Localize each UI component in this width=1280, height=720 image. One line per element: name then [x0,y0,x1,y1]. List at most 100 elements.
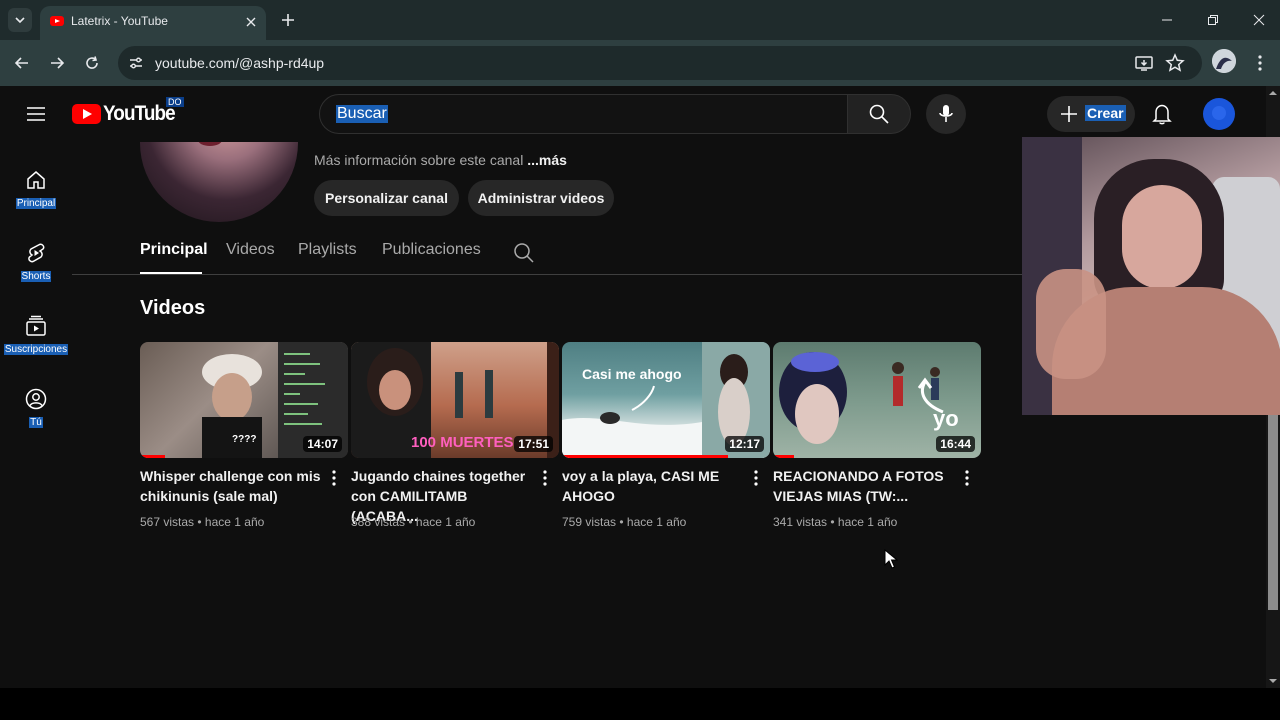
country-code: DO [166,97,184,107]
video-card[interactable]: ???? 14:07 Whisper challenge con mis chi… [140,342,348,542]
video-menu-button[interactable] [746,466,766,490]
restore-button[interactable] [1190,0,1236,40]
video-menu-button[interactable] [957,466,977,490]
customize-channel-button[interactable]: Personalizar canal [314,180,459,216]
more-vert-icon [543,470,547,486]
video-card[interactable]: Casi me ahogo 12:17 voy a la playa, CASI… [562,342,770,542]
reload-button[interactable] [78,49,106,77]
guide-item-label: Suscripciones [3,344,69,355]
minimize-button[interactable] [1144,0,1190,40]
url-text[interactable]: youtube.com/@ashp-rd4up [155,55,324,71]
site-settings-icon[interactable] [126,53,146,73]
minimize-icon [1162,19,1172,21]
manage-videos-button[interactable]: Administrar videos [468,180,614,216]
voice-search-button[interactable] [926,94,966,134]
video-duration: 17:51 [514,436,553,452]
thumbnail-text: 100 MUERTES [411,434,514,451]
video-duration: 12:17 [725,436,764,452]
browser-profile-avatar[interactable] [1212,49,1236,73]
video-metadata: 567 vistas • hace 1 año [140,515,265,529]
address-bar[interactable]: youtube.com/@ashp-rd4up [118,46,1202,80]
video-card[interactable]: yo 16:44 REACIONANDO A FOTOS VIEJAS MIAS… [773,342,981,542]
back-button[interactable] [8,49,36,77]
restore-icon [1208,15,1218,25]
avatar-photo-detail [198,142,222,146]
chevron-down-icon [15,17,25,24]
youtube-favicon-icon [50,16,64,26]
search-icon [514,243,534,263]
tab-close-button[interactable] [242,13,260,31]
guide-item-tu[interactable]: Tú [0,369,72,443]
forward-button[interactable] [43,49,71,77]
home-icon [24,168,48,192]
thumbnail-text: Casi me ahogo [582,366,682,382]
mini-guide-sidebar: Principal Shorts Suscripciones Tú [0,142,72,688]
more-vert-icon [332,470,336,486]
channel-search-button[interactable] [513,242,535,264]
video-metadata: 341 vistas • hace 1 año [773,515,898,529]
close-icon [1253,14,1265,26]
video-card[interactable]: 100 MUERTES 17:51 Jugando chaines togeth… [351,342,559,542]
create-button-label: Crear [1085,105,1126,121]
channel-avatar [140,142,298,222]
microphone-icon [939,105,953,122]
guide-item-shorts[interactable]: Shorts [0,223,72,297]
guide-item-principal[interactable]: Principal [0,150,72,224]
video-metadata: 388 vistas • hace 1 año [351,515,476,529]
guide-item-label: Principal [15,198,57,209]
video-menu-button[interactable] [535,466,555,490]
guide-menu-button[interactable] [22,100,50,128]
scrollbar-thumb[interactable] [1268,410,1278,610]
search-icon [869,104,889,124]
notifications-button[interactable] [1148,100,1176,128]
video-thumbnail[interactable]: Casi me ahogo 12:17 [562,342,770,458]
more-vert-icon [965,470,969,486]
tab-playlists[interactable]: Playlists [298,241,357,259]
guide-item-label: Tú [29,417,43,428]
scroll-down-arrow-icon[interactable] [1266,676,1280,686]
bottom-black-bar [0,688,1280,720]
thumbnail-text: ???? [232,434,257,445]
reload-icon [86,56,98,69]
scroll-up-arrow-icon[interactable] [1266,88,1280,98]
youtube-logo-text: YouTube [103,102,176,125]
browser-tab[interactable]: Latetrix - YouTube [40,6,266,40]
search-input-text: Buscar [336,105,388,123]
you-icon [24,387,48,411]
bookmark-star-icon[interactable] [1165,53,1185,73]
close-window-button[interactable] [1236,0,1280,40]
new-tab-button[interactable] [276,8,300,32]
video-duration: 16:44 [936,436,975,452]
webcam-overlay [1022,137,1280,415]
close-icon [246,17,256,27]
hamburger-menu-icon [27,107,45,121]
more-link[interactable]: ...más [527,152,567,168]
tab-search-dropdown-button[interactable] [8,8,32,32]
video-menu-button[interactable] [324,466,344,490]
search-button[interactable] [847,94,911,134]
create-button[interactable]: Crear [1047,96,1135,132]
more-vert-icon [754,470,758,486]
plus-icon [282,14,294,26]
browser-menu-button[interactable] [1250,49,1270,77]
tab-principal[interactable]: Principal [140,241,208,259]
video-title[interactable]: Whisper challenge con mis chikinunis (sa… [140,466,324,506]
video-title[interactable]: REACIONANDO A FOTOS VIEJAS MIAS (TW:... [773,466,957,506]
more-info-link[interactable]: Más información sobre este canal ...más [314,152,567,168]
install-app-icon[interactable] [1134,53,1154,73]
shorts-icon [24,241,48,265]
tab-videos[interactable]: Videos [226,241,275,259]
tab-publicaciones[interactable]: Publicaciones [382,241,481,259]
video-thumbnail[interactable]: yo 16:44 [773,342,981,458]
webcam-person-hand [1036,269,1106,379]
search-input[interactable]: Buscar [319,94,848,134]
video-thumbnail[interactable]: 100 MUERTES 17:51 [351,342,559,458]
section-title: Videos [140,297,206,319]
watch-progress-bar [140,455,165,458]
video-title[interactable]: voy a la playa, CASI ME AHOGO [562,466,746,506]
guide-item-suscripciones[interactable]: Suscripciones [0,296,72,370]
account-avatar[interactable] [1203,98,1235,130]
video-thumbnail[interactable]: ???? 14:07 [140,342,348,458]
plus-icon [1057,102,1081,126]
watch-progress-bar [562,455,729,458]
